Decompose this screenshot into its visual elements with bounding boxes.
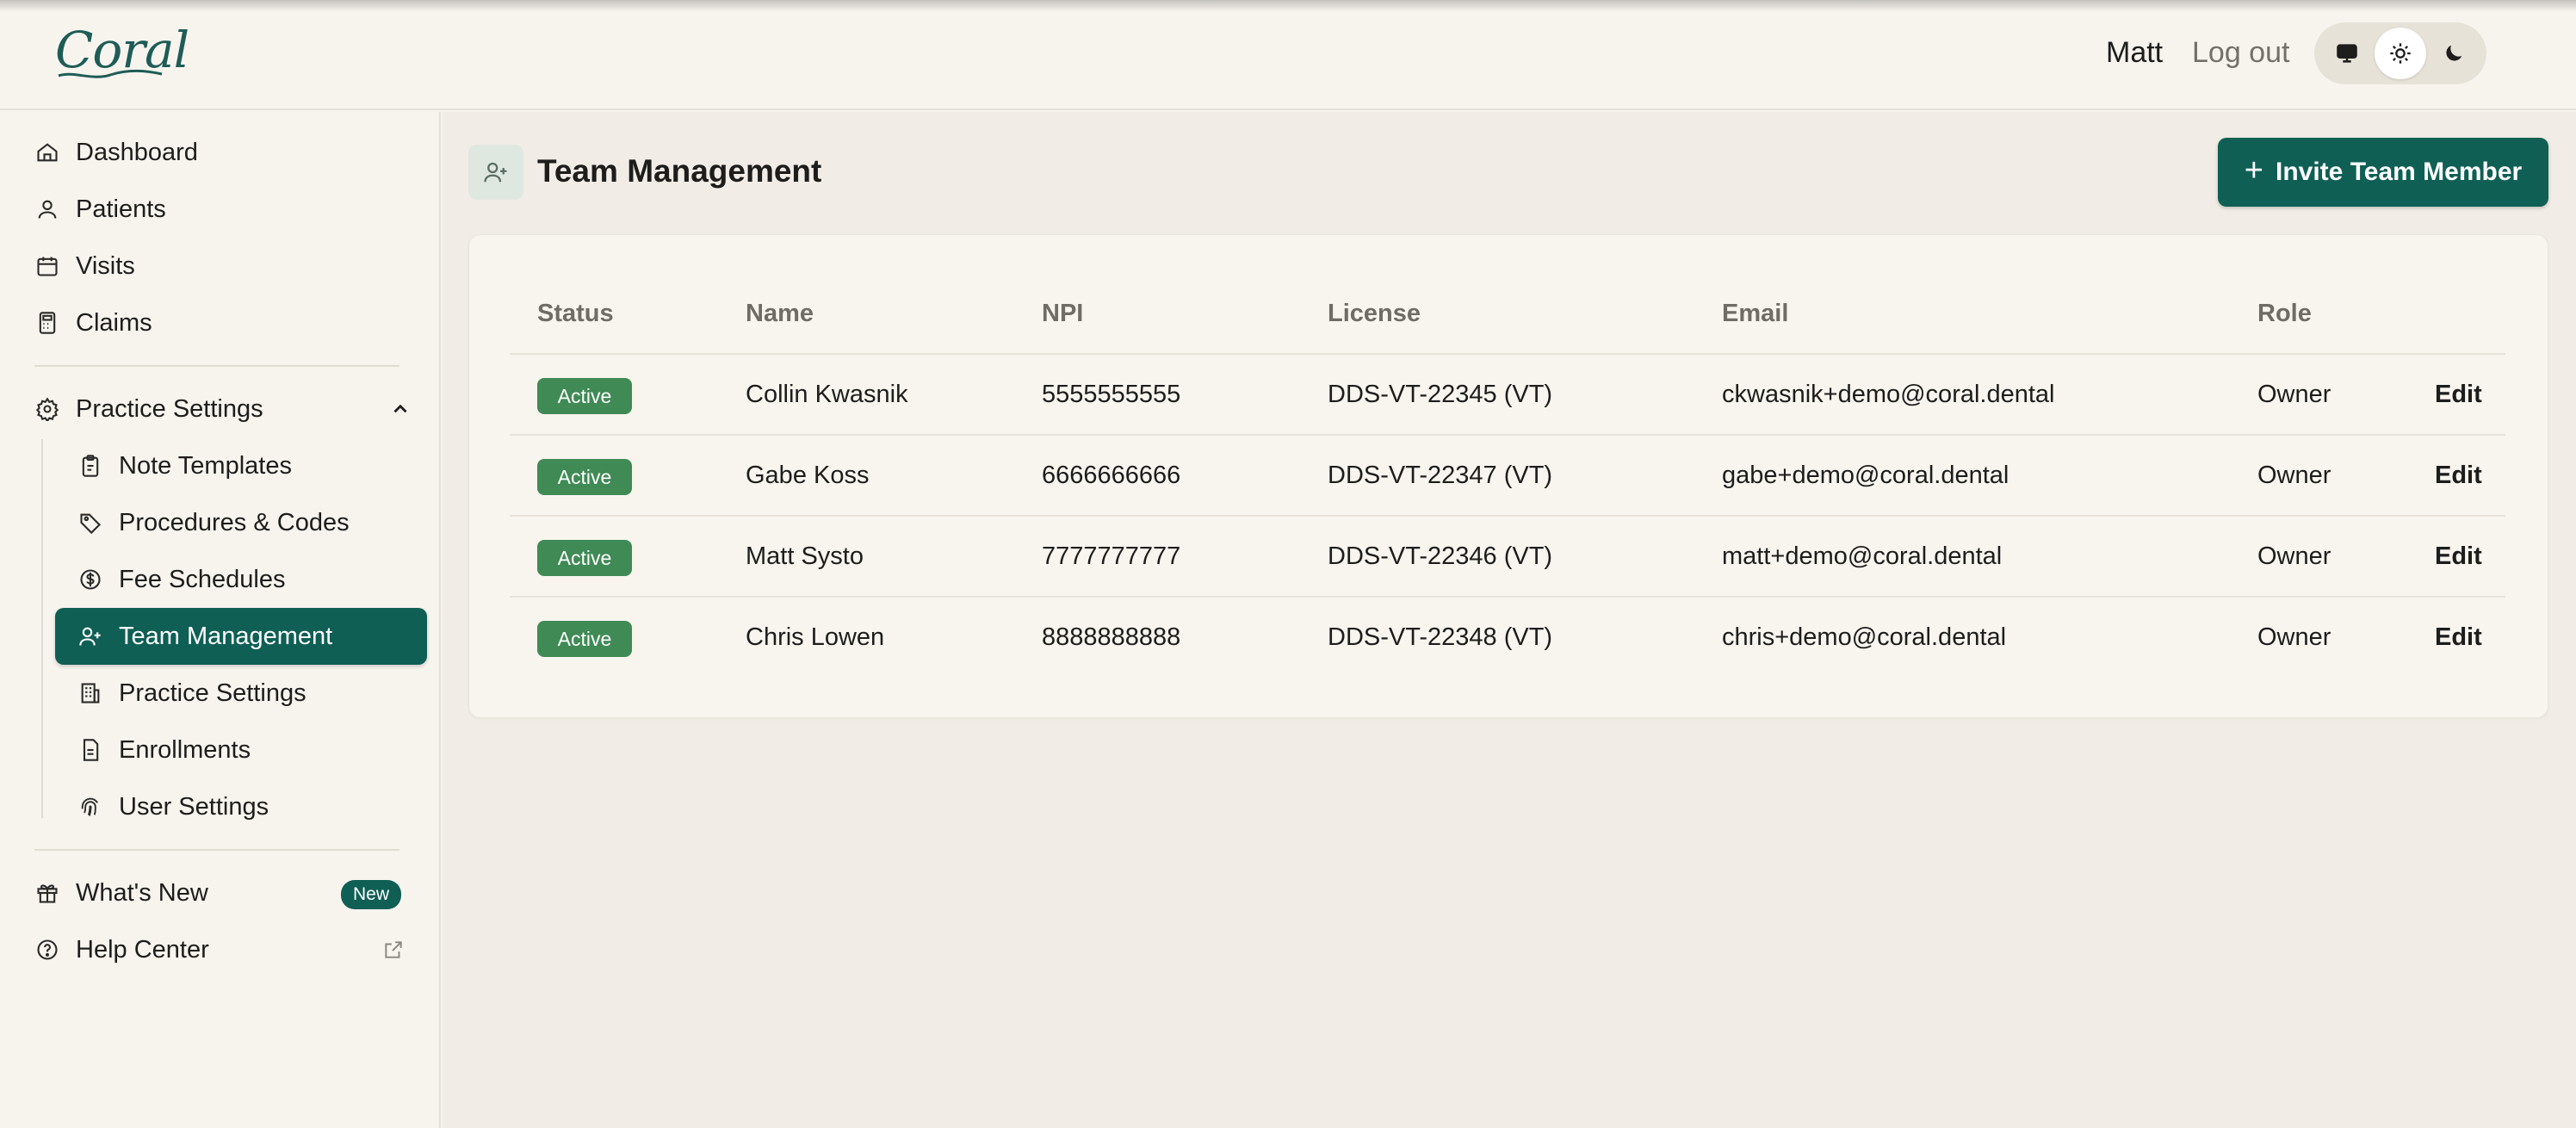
table-row-divider (510, 596, 2505, 598)
sidebar-item-label: Procedures & Codes (119, 508, 350, 536)
sidebar-item-enrollments[interactable]: Enrollments (55, 722, 427, 778)
member-license: DDS-VT-22348 (VT) (1328, 623, 1553, 651)
monitor-icon[interactable] (2321, 28, 2373, 79)
user-icon (34, 196, 60, 222)
sidebar-item-fee-schedules[interactable]: Fee Schedules (55, 551, 427, 608)
sidebar-item-label: What's New (76, 878, 208, 907)
member-license: DDS-VT-22346 (VT) (1328, 542, 1553, 570)
member-npi: 6666666666 (1042, 462, 1181, 489)
clipboard-icon (77, 453, 103, 479)
table-row-divider (510, 353, 2505, 355)
member-npi: 7777777777 (1042, 542, 1181, 570)
table-row-divider (510, 434, 2505, 436)
edit-button[interactable]: Edit (2435, 623, 2482, 652)
member-npi: 8888888888 (1042, 623, 1181, 651)
sidebar-item-visits[interactable]: Visits (34, 238, 135, 294)
plus-icon: + (2244, 152, 2263, 189)
table-row-divider (510, 515, 2505, 517)
member-name: Gabe Koss (746, 462, 870, 489)
sidebar-item-label: Patients (76, 195, 166, 223)
member-name: Collin Kwasnik (746, 381, 908, 408)
status-badge: Active (537, 621, 632, 657)
sidebar-item-user-settings[interactable]: User Settings (55, 778, 427, 835)
top-header: Coral Matt Log out (0, 0, 2576, 110)
home-icon (34, 139, 60, 165)
member-license: DDS-VT-22345 (VT) (1328, 381, 1553, 408)
sidebar-item-whats-new[interactable]: What's New (34, 865, 208, 921)
building-icon (77, 680, 103, 706)
moon-icon[interactable] (2428, 28, 2480, 79)
sidebar-item-patients[interactable]: Patients (34, 181, 166, 238)
status-badge: Active (537, 378, 632, 414)
help-circle-icon (34, 937, 60, 963)
sidebar-item-label: Note Templates (119, 451, 292, 480)
document-icon (77, 737, 103, 763)
sidebar-item-label: Team Management (119, 622, 333, 650)
column-header-npi[interactable]: NPI (1042, 300, 1083, 328)
dollar-circle-icon (77, 567, 103, 592)
member-role: Owner (2257, 542, 2331, 570)
sidebar-item-label: Fee Schedules (119, 565, 286, 593)
sun-icon[interactable] (2375, 28, 2426, 79)
sidebar-item-label: Help Center (76, 935, 209, 964)
submenu-guide-line (41, 439, 43, 818)
sidebar-item-label: Practice Settings (76, 394, 263, 423)
user-name: Matt (2106, 36, 2164, 69)
status-badge: Active (537, 540, 632, 576)
sidebar-item-claims[interactable]: Claims (34, 294, 152, 351)
sidebar-item-label: Practice Settings (119, 679, 307, 707)
chevron-up-icon[interactable] (389, 398, 412, 420)
member-role: Owner (2257, 623, 2331, 651)
sidebar-item-label: Enrollments (119, 735, 251, 764)
gift-icon (34, 880, 60, 906)
sidebar-item-note-templates[interactable]: Note Templates (55, 437, 427, 494)
member-email: ckwasnik+demo@coral.dental (1722, 381, 2055, 408)
fingerprint-icon (77, 794, 103, 820)
sidebar-item-procedures-codes[interactable]: Procedures & Codes (55, 494, 427, 551)
calendar-icon (34, 253, 60, 279)
sidebar-item-practice-settings[interactable]: Practice Settings (55, 665, 427, 722)
member-license: DDS-VT-22347 (VT) (1328, 462, 1553, 489)
column-header-status[interactable]: Status (537, 300, 614, 328)
member-role: Owner (2257, 462, 2331, 489)
edit-button[interactable]: Edit (2435, 381, 2482, 409)
member-email: gabe+demo@coral.dental (1722, 462, 2009, 489)
theme-toggle (2314, 22, 2486, 84)
member-name: Chris Lowen (746, 623, 885, 651)
sidebar-group-practice-settings[interactable]: Practice Settings (34, 381, 263, 437)
column-header-role[interactable]: Role (2257, 300, 2312, 328)
column-header-email[interactable]: Email (1722, 300, 1788, 328)
sidebar-divider (34, 849, 399, 851)
sidebar-item-team-management[interactable]: Team Management (55, 608, 427, 665)
sidebar-item-label: Claims (76, 308, 152, 337)
status-badge: Active (537, 459, 632, 495)
user-plus-icon (77, 623, 103, 649)
edit-button[interactable]: Edit (2435, 542, 2482, 571)
calculator-icon (34, 310, 60, 336)
sidebar-item-label: Dashboard (76, 138, 198, 166)
invite-button-label: Invite Team Member (2276, 158, 2523, 186)
member-role: Owner (2257, 381, 2331, 408)
column-header-license[interactable]: License (1328, 300, 1421, 328)
invite-team-member-button[interactable]: + Invite Team Member (2218, 138, 2548, 207)
logo-wave-icon (58, 69, 163, 78)
page-title: Team Management (537, 153, 822, 189)
logout-link[interactable]: Log out (2192, 36, 2289, 70)
member-email: chris+demo@coral.dental (1722, 623, 2007, 651)
external-link-icon (385, 941, 402, 958)
sidebar-item-dashboard[interactable]: Dashboard (34, 124, 198, 181)
sidebar-item-label: Visits (76, 251, 135, 280)
member-npi: 5555555555 (1042, 381, 1181, 408)
tag-icon (77, 510, 103, 536)
user-plus-icon (468, 145, 523, 200)
member-email: matt+demo@coral.dental (1722, 542, 2003, 570)
sidebar-divider (34, 365, 399, 367)
sidebar-item-label: User Settings (119, 792, 269, 821)
sidebar-item-help-center[interactable]: Help Center (34, 921, 209, 978)
edit-button[interactable]: Edit (2435, 462, 2482, 490)
gear-icon (34, 396, 60, 422)
column-header-name[interactable]: Name (746, 300, 814, 328)
member-name: Matt Systo (746, 542, 864, 570)
new-badge: New (341, 880, 402, 909)
